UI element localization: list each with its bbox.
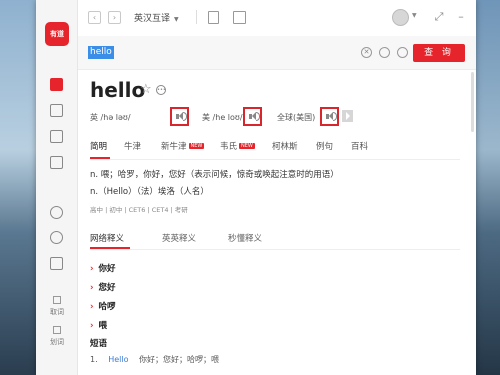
- app-logo[interactable]: 有道: [45, 22, 69, 46]
- tab-collins[interactable]: 柯林斯: [272, 140, 298, 152]
- sound-wave-icon: [256, 112, 260, 121]
- video-icon[interactable]: [50, 257, 63, 270]
- pron-uk: 英 /hə ləʊ/: [90, 112, 131, 123]
- desktop-wallpaper-right: [476, 0, 500, 375]
- new-badge: NEW: [239, 143, 255, 149]
- sense-label: 哈啰: [98, 302, 116, 312]
- tab-webster[interactable]: 韦氏 NEW: [220, 140, 255, 152]
- pron-global: 全球(美国): [277, 112, 315, 123]
- phrase-item: 1. Hello 你好；您好；哈啰；喂: [90, 354, 219, 365]
- select-checkbox[interactable]: [53, 326, 61, 334]
- course-icon[interactable]: [50, 206, 63, 219]
- tab-oxford[interactable]: 牛津: [124, 140, 141, 152]
- favorite-star-icon[interactable]: ☆: [140, 82, 152, 97]
- chevron-right-icon: ›: [90, 283, 94, 293]
- history-icon[interactable]: [379, 47, 390, 58]
- pron-region: 全球(美国): [277, 113, 316, 122]
- definition-line: n. 喂；哈罗，你好，您好（表示问候，惊奇或唤起注意时的用语）: [90, 170, 339, 180]
- sidebar-item-select[interactable]: 划词: [36, 337, 78, 347]
- sidebar-item-capture[interactable]: 取词: [36, 307, 78, 317]
- play-icon[interactable]: [342, 110, 353, 122]
- toolbar-divider: [196, 10, 197, 24]
- mode-select[interactable]: 英汉互译 ▼: [134, 11, 179, 24]
- sidebar: 有道 取词 划词: [36, 0, 78, 375]
- sense-label: 喂: [98, 321, 108, 331]
- chevron-down-icon: ▼: [174, 16, 179, 23]
- tab-quick-meaning[interactable]: 秒懂释义: [228, 232, 262, 244]
- definition-line: n.（Hello）（法）埃洛（人名）: [90, 187, 209, 197]
- minimize-icon[interactable]: –: [454, 9, 468, 25]
- capture-checkbox[interactable]: [53, 296, 61, 304]
- pron-region: 英: [90, 113, 98, 122]
- chevron-down-icon[interactable]: ▼: [412, 12, 417, 19]
- clear-icon[interactable]: ✕: [361, 47, 372, 58]
- phrases-heading: 短语: [90, 339, 108, 349]
- search-input[interactable]: [88, 42, 356, 63]
- dictionary-tabs: 简明 牛津 新牛津 NEW 韦氏 NEW 柯林斯 例句 百科: [78, 138, 476, 158]
- desktop-wallpaper-left: [0, 0, 36, 375]
- speaker-uk-icon[interactable]: [170, 107, 189, 126]
- speaker-global-icon[interactable]: [320, 107, 339, 126]
- sense-label: 您好: [98, 283, 116, 293]
- tab-jianming[interactable]: 简明: [90, 140, 107, 152]
- tab-label: 新牛津: [161, 142, 187, 152]
- scrollbar[interactable]: [471, 72, 474, 132]
- web-sense-item[interactable]: › 喂: [90, 319, 107, 331]
- headword: hello: [90, 78, 146, 102]
- pron-region: 美: [202, 113, 210, 122]
- exam-levels: 高中 | 初中 | CET6 | CET4 | 考研: [90, 206, 188, 214]
- main-panel: ‹ › 英汉互译▼ ▼ ⤢ – ☐ ✕ hello ✕ 查 询 hello ☆ …: [78, 0, 476, 375]
- tab-english-english[interactable]: 英英释义: [162, 232, 196, 244]
- search-query-highlight: hello: [88, 46, 114, 59]
- chevron-right-icon: ›: [90, 264, 94, 274]
- document-icon[interactable]: [50, 130, 63, 143]
- pin-icon[interactable]: ⤢: [432, 9, 446, 25]
- more-options-icon[interactable]: •••: [156, 85, 166, 95]
- search-button[interactable]: 查 询: [413, 44, 465, 62]
- titlebar: ‹ › 英汉互译▼ ▼ ⤢ – ☐ ✕: [78, 0, 476, 36]
- headset-icon[interactable]: [50, 231, 63, 244]
- chevron-right-icon: ›: [90, 302, 94, 312]
- search-bar: hello ✕ 查 询: [78, 36, 476, 70]
- tab-examples[interactable]: 例句: [316, 140, 333, 152]
- back-icon[interactable]: ‹: [88, 11, 101, 24]
- tab-new-oxford[interactable]: 新牛津 NEW: [161, 140, 205, 152]
- pron-phonetic: /hə ləʊ/: [100, 113, 131, 122]
- phrase-chinese: 你好；您好；哈啰；喂: [139, 355, 220, 364]
- avatar[interactable]: [392, 9, 409, 26]
- dictionary-window: 有道 取词 划词 ‹ › 英汉互译▼ ▼ ⤢ – ☐ ✕ hello: [36, 0, 476, 375]
- chevron-right-icon: ›: [90, 321, 94, 331]
- new-badge: NEW: [188, 143, 205, 149]
- translate-icon[interactable]: [50, 104, 63, 117]
- web-sense-item[interactable]: › 您好: [90, 281, 116, 293]
- settings-icon[interactable]: [397, 47, 408, 58]
- sound-wave-icon: [333, 112, 337, 121]
- phrase-number: 1.: [90, 355, 98, 364]
- pron-us: 美 /he loʊ/: [202, 112, 243, 123]
- tab-web-meaning[interactable]: 网络释义: [90, 232, 124, 244]
- forward-icon[interactable]: ›: [108, 11, 121, 24]
- pron-phonetic: /he loʊ/: [212, 113, 243, 122]
- file-icon[interactable]: [208, 11, 219, 24]
- divider: [90, 249, 460, 250]
- mode-label: 英汉互译: [134, 14, 171, 24]
- web-sense-item[interactable]: › 哈啰: [90, 300, 116, 312]
- speaker-us-icon[interactable]: [243, 107, 262, 126]
- tab-encyclopedia[interactable]: 百科: [351, 140, 368, 152]
- divider: [90, 159, 460, 160]
- dictionary-icon[interactable]: [50, 78, 63, 91]
- sense-label: 你好: [98, 264, 116, 274]
- notebook-icon[interactable]: [50, 156, 63, 169]
- phrase-english-link[interactable]: Hello: [108, 355, 128, 364]
- web-sense-item[interactable]: › 你好: [90, 262, 116, 274]
- sound-wave-icon: [183, 112, 187, 121]
- tab-label: 韦氏: [220, 142, 238, 152]
- screenshot-icon[interactable]: [233, 11, 246, 24]
